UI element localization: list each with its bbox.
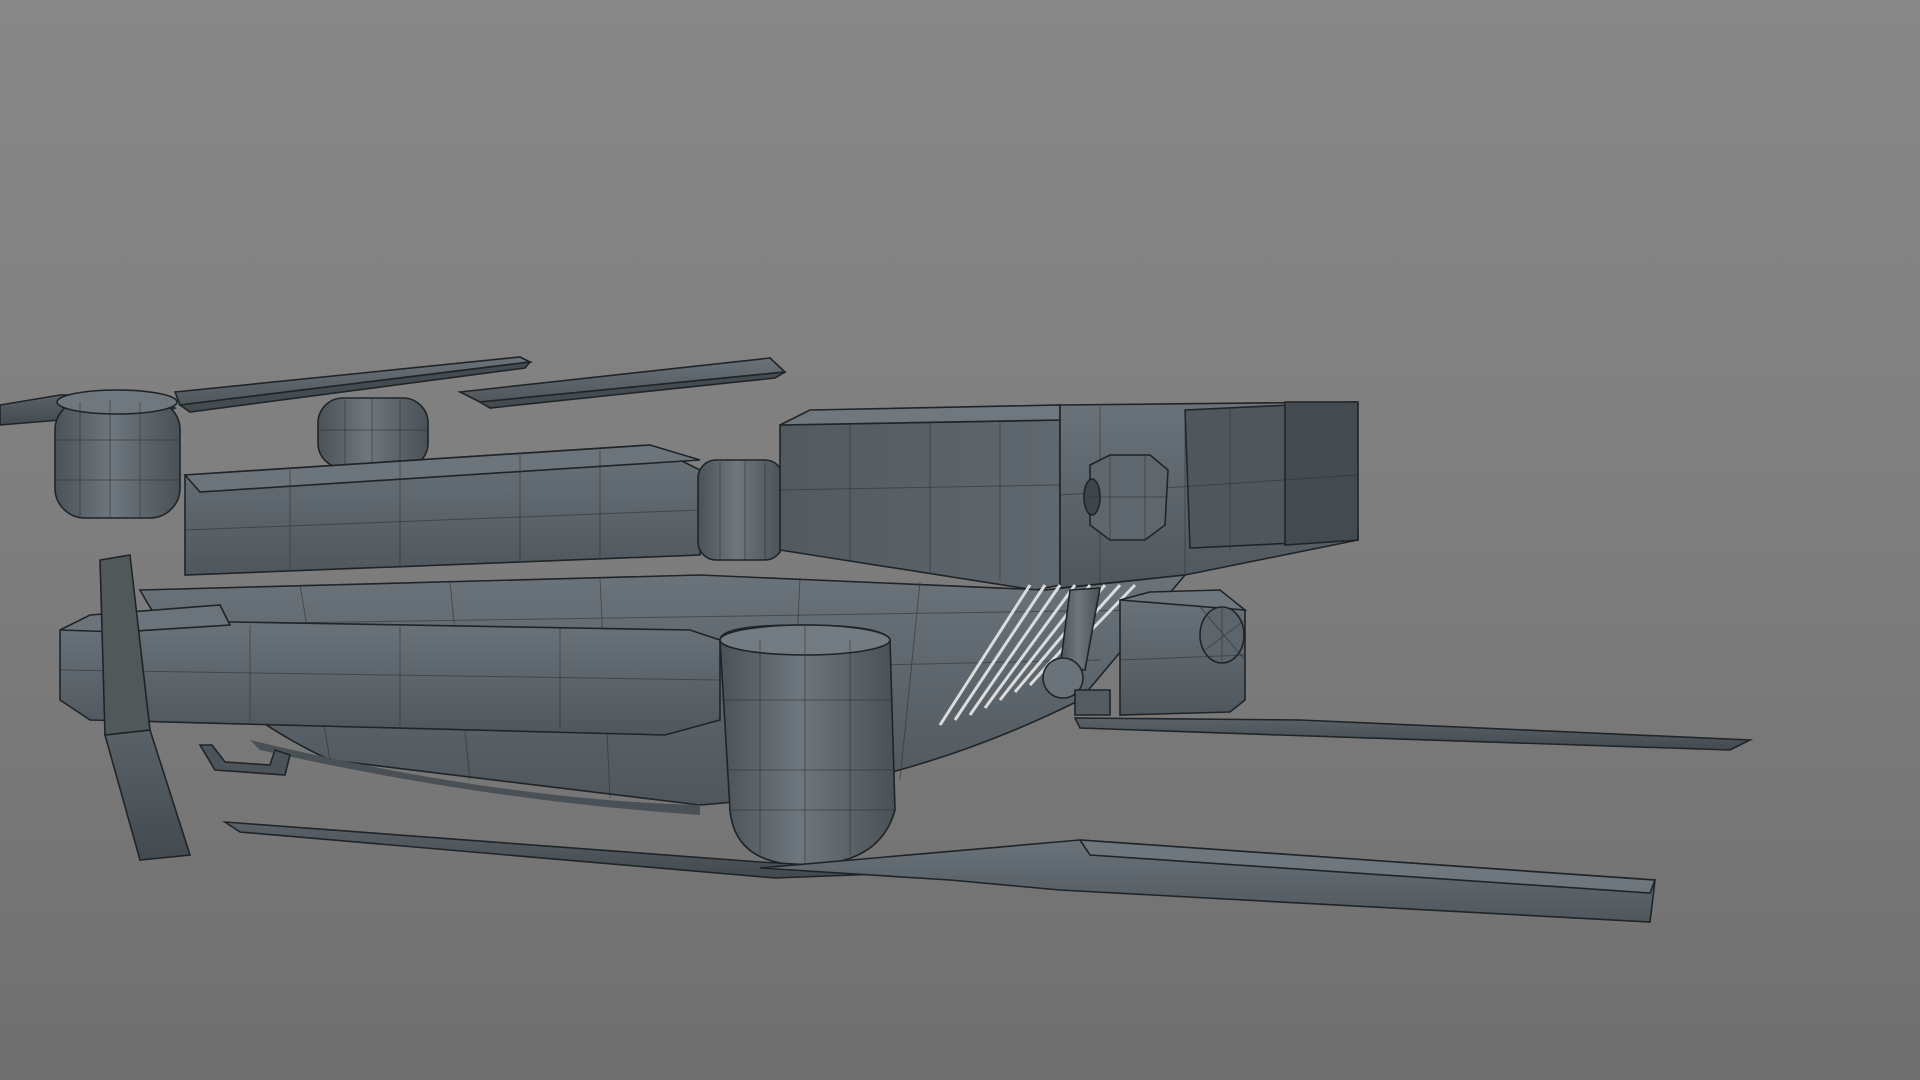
front-sensor — [1083, 454, 1169, 541]
upper-arm[interactable] — [183, 444, 701, 576]
motor-front-left[interactable] — [54, 389, 181, 519]
camera-gimbal[interactable] — [1119, 589, 1248, 716]
top-housing[interactable] — [779, 404, 1061, 591]
drone-model[interactable] — [0, 0, 1920, 1080]
lower-propeller-right[interactable] — [1073, 717, 1754, 751]
motor-rear-top[interactable] — [317, 397, 429, 469]
3d-viewport[interactable] — [0, 0, 1920, 1080]
lower-propeller-front[interactable] — [222, 820, 1657, 923]
arm-hinge-upper[interactable] — [697, 459, 784, 561]
motor-rear-lower[interactable] — [719, 624, 896, 866]
